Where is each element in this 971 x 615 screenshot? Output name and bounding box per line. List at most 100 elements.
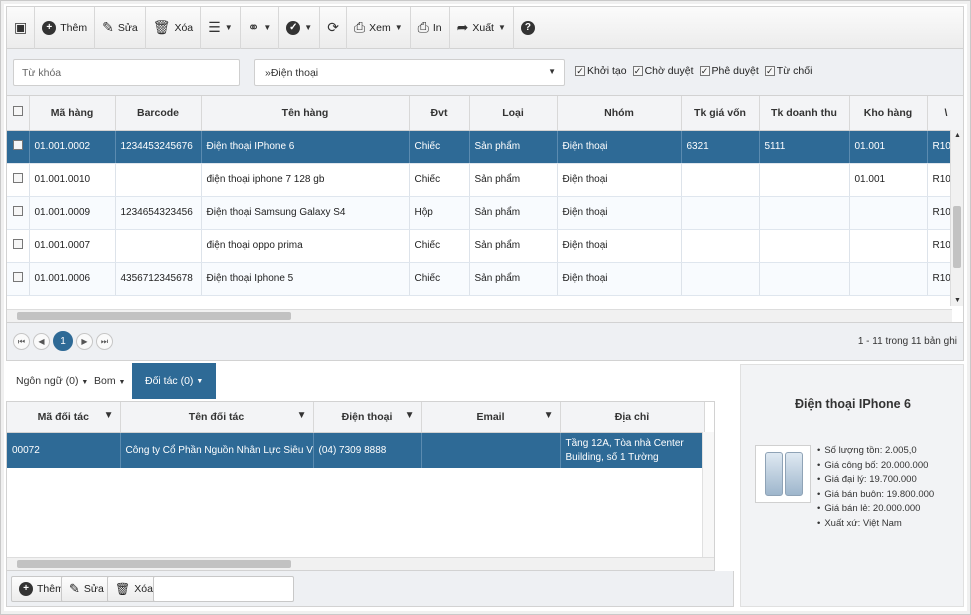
status-check-item[interactable]: ✓ Chờ duyệt [632,65,694,77]
help-button[interactable]: ? [514,7,542,49]
col-partner-name[interactable]: Tên đối tác ▼ [120,402,314,433]
current-page[interactable]: 1 [53,331,73,351]
next-page-icon[interactable]: ▶ [76,333,93,350]
print-label: In [432,21,442,34]
table-row[interactable]: 01.001.0007 điện thoại oppo prima Chiếc Sản… [7,229,963,263]
table-row[interactable]: 01.001.0006 4356712345678 Điện thoại Iphon… [7,262,963,296]
edit-button[interactable]: ✎ Sửa [95,6,146,49]
trash-icon: 🗑 [115,582,131,596]
col-partner-address[interactable]: Địa chỉ [560,402,705,433]
cell-code: 01.001.0002 [29,130,116,164]
col-code[interactable]: Mã hàng [29,96,116,131]
scroll-thumb[interactable] [17,560,291,568]
checkbox-icon[interactable]: ✓ [632,66,643,76]
add-button[interactable]: + Thêm [35,6,96,49]
fact-item: Giá bán buôn: 19.800.000 [817,489,934,504]
search-button[interactable]: ▣ [7,6,36,49]
group-select[interactable]: »Điện thoại ▼ [254,59,565,86]
filter-icon[interactable]: ▼ [405,410,415,421]
cell-name: Điện thoại Iphone 5 [201,262,410,296]
table-row[interactable]: 01.001.0009 1234654323456 Điện thoại Samsu… [7,196,963,230]
col-unit[interactable]: Đvt [409,96,470,131]
prev-page-icon[interactable]: ◀ [33,333,50,350]
tab-language-label: Ngôn ngữ (0) [16,375,79,387]
view-menu-button[interactable]: ⎙ Xem ▼ [347,6,411,49]
status-check-item[interactable]: ✓ Khởi tạo [575,65,627,77]
scroll-up-icon[interactable]: ▲ [954,132,961,139]
col-partner-code[interactable]: Mã đối tác ▼ [7,402,121,433]
select-all-checkbox[interactable] [7,96,30,131]
tab-language[interactable]: Ngôn ngữ (0) ▼ [16,375,88,387]
filter-icon[interactable]: ▼ [544,410,554,421]
cell-warehouse: 01.001 [849,163,928,197]
col-partner-email[interactable]: Email ▼ [421,402,561,433]
fact-item: Giá đại lý: 19.700.000 [817,474,934,489]
question-circle-icon: ? [520,20,535,35]
status-check-label: Phê duyệt [711,65,759,77]
col-partner-name-label: Tên đối tác [188,410,245,423]
vertical-scrollbar[interactable]: ▲ ▼ [950,130,963,306]
print-button[interactable]: ⎙ In [411,6,450,49]
col-extra[interactable]: \ [927,96,963,131]
tab-partner[interactable]: Đối tác (0) ▼ [132,363,217,399]
checkbox-icon[interactable]: ✓ [575,66,585,76]
list-menu-button[interactable]: ☰ ▼ [201,6,241,49]
row-checkbox[interactable] [7,130,30,164]
row-checkbox[interactable] [7,262,30,296]
col-type[interactable]: Loại [469,96,558,131]
col-partner-phone[interactable]: Điện thoại ▼ [313,402,422,433]
product-facts: Số lượng tồn: 2.005,0Giá công bố: 20.000… [817,445,934,532]
refresh-icon: ⟳ [327,19,339,36]
scroll-down-icon[interactable]: ▼ [954,297,961,304]
phone-image-front [765,452,783,496]
partner-code: 00072 [7,432,121,468]
row-checkbox[interactable] [7,229,30,263]
checkbox-icon[interactable]: ✓ [699,66,710,76]
export-label: Xuất [472,21,494,34]
tab-bom[interactable]: Bom ▼ [94,375,125,387]
col-revenue-account[interactable]: Tk doanh thu [759,96,850,131]
refresh-button[interactable]: ⟳ [320,6,347,49]
cell-barcode [115,163,202,197]
cell-group: Điện thoại [557,229,682,263]
checkbox-icon[interactable]: ✓ [764,66,775,76]
partner-note-input[interactable] [153,576,294,602]
cell-warehouse [849,229,928,263]
horizontal-scrollbar[interactable] [7,309,952,322]
cell-type: Sản phẩm [469,196,558,230]
col-warehouse[interactable]: Kho hàng [849,96,928,131]
keyword-input[interactable]: Từ khóa [13,59,240,86]
delete-button[interactable]: 🗑 Xóa [146,6,202,49]
table-row[interactable]: 01.001.0010 điện thoại iphone 7 128 gb Chi… [7,163,963,197]
cell-code: 01.001.0007 [29,229,116,263]
group-select-value: »Điện thoại [265,66,319,79]
status-check-item[interactable]: ✓ Phê duyệt [699,65,759,77]
row-checkbox[interactable] [7,196,30,230]
scroll-thumb[interactable] [17,312,291,320]
col-name[interactable]: Tên hàng [201,96,410,131]
col-cogs-account[interactable]: Tk giá vốn [681,96,760,131]
first-page-icon[interactable]: ⏮ [13,333,30,350]
vertical-scrollbar[interactable] [702,432,714,558]
caret-down-icon: ▼ [196,377,204,385]
status-check-item[interactable]: ✓ Từ chối [764,65,812,77]
last-page-icon[interactable]: ⏭ [96,333,113,350]
scroll-thumb[interactable] [953,206,961,268]
col-barcode[interactable]: Barcode [115,96,202,131]
partner-row[interactable]: 00072 Công ty Cổ Phần Nguồn Nhân Lực Siê… [7,432,705,468]
cell-type: Sản phẩm [469,130,558,164]
col-group[interactable]: Nhóm [557,96,682,131]
approve-menu-button[interactable]: ✓ ▼ [279,6,321,49]
share-menu-button[interactable]: ⚭ ▼ [241,6,280,49]
caret-down-icon: ▼ [118,379,126,386]
horizontal-scrollbar[interactable] [7,557,714,570]
table-row[interactable]: 01.001.0002 1234453245676 Điện thoại IPhon… [7,130,963,164]
partner-edit-button[interactable]: ✎ Sửa [61,576,112,602]
plus-circle-icon: + [42,20,57,35]
filter-icon[interactable]: ▼ [297,410,307,421]
row-checkbox[interactable] [7,163,30,197]
export-menu-button[interactable]: ➦ Xuất ▼ [450,6,514,49]
share-arrow-icon: ➦ [456,19,469,36]
filter-icon[interactable]: ▼ [104,410,114,421]
phone-image-back [785,452,803,496]
